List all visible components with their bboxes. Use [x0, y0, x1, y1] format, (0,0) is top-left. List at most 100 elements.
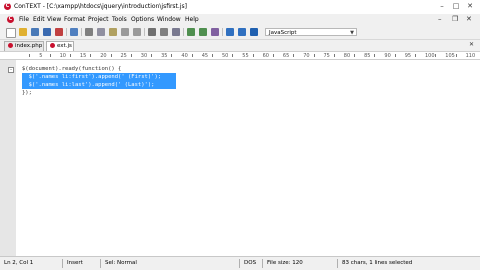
exec-icon[interactable] [250, 28, 258, 36]
maximize-button[interactable]: □ [450, 2, 462, 11]
column-ruler: 5 10 15 20 25 30 35 40 45 50 55 60 65 70 75 80 85 90 95 100… [0, 51, 480, 60]
status-separator [62, 259, 63, 268]
ruler-tick [212, 54, 213, 57]
ruler-tick [171, 54, 173, 57]
find-icon[interactable] [148, 28, 156, 36]
app-logo-icon: C [4, 3, 11, 10]
ruler-mark: 30 [140, 53, 148, 59]
app-window: C ConTEXT - [C:\xampp\htdocs\jquery\intr… [0, 0, 480, 270]
ruler-tick [455, 54, 457, 57]
ruler-mark: 85 [364, 53, 371, 59]
cut-icon[interactable] [85, 28, 93, 36]
doc-minimize-button[interactable]: – [438, 15, 442, 23]
ruler-tick [293, 54, 295, 57]
line-endings: DOS [244, 260, 257, 266]
ruler-mark: 80 [343, 53, 351, 59]
code-line[interactable]: }); [22, 89, 32, 97]
outdent-icon[interactable] [199, 28, 207, 36]
bookmark-icon[interactable] [226, 28, 234, 36]
file-icon [50, 43, 55, 48]
open-folder-icon[interactable] [19, 28, 27, 36]
new-file-icon[interactable] [6, 28, 16, 38]
macro-icon[interactable] [238, 28, 246, 36]
menu-options[interactable]: Options [131, 16, 154, 23]
menu-window[interactable]: Window [157, 16, 181, 23]
menu-view[interactable]: View [47, 16, 61, 23]
ruler-mark: 70 [303, 53, 310, 59]
file-size: File size: 120 [267, 260, 303, 266]
ruler-tick [333, 54, 335, 57]
ruler-tick [272, 54, 274, 57]
copy-icon[interactable] [97, 28, 105, 36]
ruler-mark: 95 [404, 53, 412, 59]
insert-mode: Insert [67, 260, 83, 266]
ruler-tick [415, 54, 416, 57]
undo-icon[interactable] [121, 28, 129, 36]
ruler-mark: 65 [282, 53, 290, 59]
ruler-mark: 15 [79, 53, 87, 59]
ruler-mark: 45 [201, 53, 209, 59]
toolbar [0, 25, 480, 40]
ruler-mark: 35 [161, 53, 168, 59]
ruler-tick [69, 54, 71, 57]
ruler-tick [232, 54, 234, 57]
language-select[interactable]: JavaScript ▼ [265, 28, 357, 36]
find-next-icon[interactable] [160, 28, 168, 36]
menu-edit[interactable]: Edit [33, 16, 45, 23]
tab-index-php[interactable]: index.php [4, 41, 44, 51]
ruler-tick [110, 54, 112, 57]
toolbar-separator [66, 28, 67, 36]
ruler-mark: 100 [425, 53, 435, 59]
ruler-tick [90, 54, 92, 57]
ruler-tick [354, 54, 356, 57]
doc-restore-button[interactable]: ❐ [452, 15, 458, 23]
replace-icon[interactable] [172, 28, 180, 36]
ruler-mark: 40 [181, 53, 188, 59]
ruler-tick [130, 54, 132, 57]
print-icon[interactable] [70, 28, 78, 36]
fold-toggle-icon[interactable]: - [8, 67, 14, 73]
menu-file[interactable]: File [19, 16, 29, 23]
paste-icon[interactable] [109, 28, 117, 36]
toolbar-separator [144, 28, 145, 36]
save-all-icon[interactable] [43, 28, 51, 36]
title-bar: C ConTEXT - [C:\xampp\htdocs\jquery\intr… [0, 0, 480, 14]
ruler-mark: 5 [39, 53, 43, 59]
status-separator [337, 259, 338, 268]
close-button[interactable]: ✕ [464, 2, 476, 11]
tab-label: index.php [15, 43, 43, 49]
ruler-mark: 75 [323, 53, 330, 59]
ruler-tick [435, 54, 437, 57]
ruler-mark: 90 [384, 53, 391, 59]
close-file-icon[interactable] [55, 28, 63, 36]
menu-help[interactable]: Help [185, 16, 199, 23]
ruler-tick [313, 54, 315, 57]
menu-project[interactable]: Project [88, 16, 109, 23]
selection-info: 83 chars, 1 lines selected [342, 260, 413, 266]
menu-format[interactable]: Format [64, 16, 85, 23]
editor-gutter [0, 60, 16, 256]
file-icon [8, 43, 13, 48]
code-line-selected[interactable]: $('.names li:first').append(' (First)'); [22, 73, 176, 81]
file-tabs: index.php ext.js [0, 40, 480, 51]
code-editor[interactable]: - $(document).ready(function() { $('.nam… [0, 60, 480, 256]
chevron-down-icon: ▼ [350, 30, 354, 36]
toolbar-separator [81, 28, 82, 36]
minimize-button[interactable]: – [436, 2, 448, 11]
redo-icon[interactable] [133, 28, 141, 36]
tab-ext-js[interactable]: ext.js [46, 41, 74, 51]
status-bar: Ln 2, Col 1 Insert Sel: Normal DOS File … [0, 256, 480, 270]
word-wrap-icon[interactable] [211, 28, 219, 36]
doc-close-button[interactable]: ✕ [466, 15, 472, 23]
code-line-selected[interactable]: $('.names li:last').append(' (Last)'); [22, 81, 176, 89]
app-menu-icon[interactable]: C [7, 16, 14, 23]
menu-tools[interactable]: Tools [112, 16, 127, 23]
save-icon[interactable] [31, 28, 39, 36]
code-line[interactable]: $(document).ready(function() { [22, 65, 121, 73]
close-tab-icon[interactable]: ✕ [469, 41, 474, 48]
ruler-mark: 110 [465, 53, 476, 59]
ruler-mark: 105 [445, 53, 455, 59]
status-separator [100, 259, 101, 268]
indent-icon[interactable] [187, 28, 195, 36]
cursor-position: Ln 2, Col 1 [4, 260, 34, 266]
